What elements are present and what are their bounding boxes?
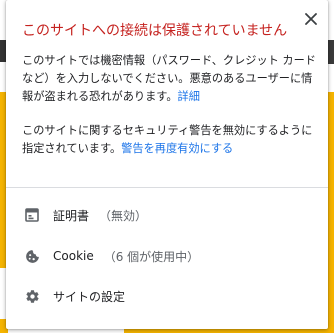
cookie-label: Cookie [53, 249, 94, 263]
cookie-row[interactable]: Cookie （6 個が使用中） [6, 236, 328, 276]
connection-not-secure-title: このサイトへの接続は保護されていません [22, 23, 288, 39]
gear-icon [24, 288, 40, 304]
certificate-row[interactable]: 証明書 （無効） [6, 195, 328, 235]
close-icon [305, 13, 317, 25]
details-link[interactable]: 詳細 [178, 90, 200, 103]
certificate-status: （無効） [99, 208, 148, 223]
site-info-popup: このサイトへの接続は保護されていません このサイトでは機密情報（パスワード、クレ… [6, 0, 328, 329]
warning-message: このサイトでは機密情報（パスワード、クレジット カードなど）を入力しないでくださ… [22, 54, 316, 103]
site-settings-label: サイトの設定 [53, 289, 126, 304]
certificate-icon [24, 207, 40, 223]
security-warning-text: このサイトでは機密情報（パスワード、クレジット カードなど）を入力しないでくださ… [22, 52, 318, 106]
reenable-warnings-link[interactable]: 警告を再度有効にする [121, 142, 233, 155]
warnings-disabled-text: このサイトに関するセキュリティ警告を無効にするように指定されています。警告を再度… [22, 122, 318, 158]
cookie-status: （6 個が使用中） [103, 249, 200, 264]
close-button[interactable] [302, 10, 320, 28]
cookie-icon [24, 248, 40, 264]
certificate-label: 証明書 [53, 208, 90, 223]
site-settings-row[interactable]: サイトの設定 [6, 276, 328, 316]
divider [6, 187, 328, 188]
